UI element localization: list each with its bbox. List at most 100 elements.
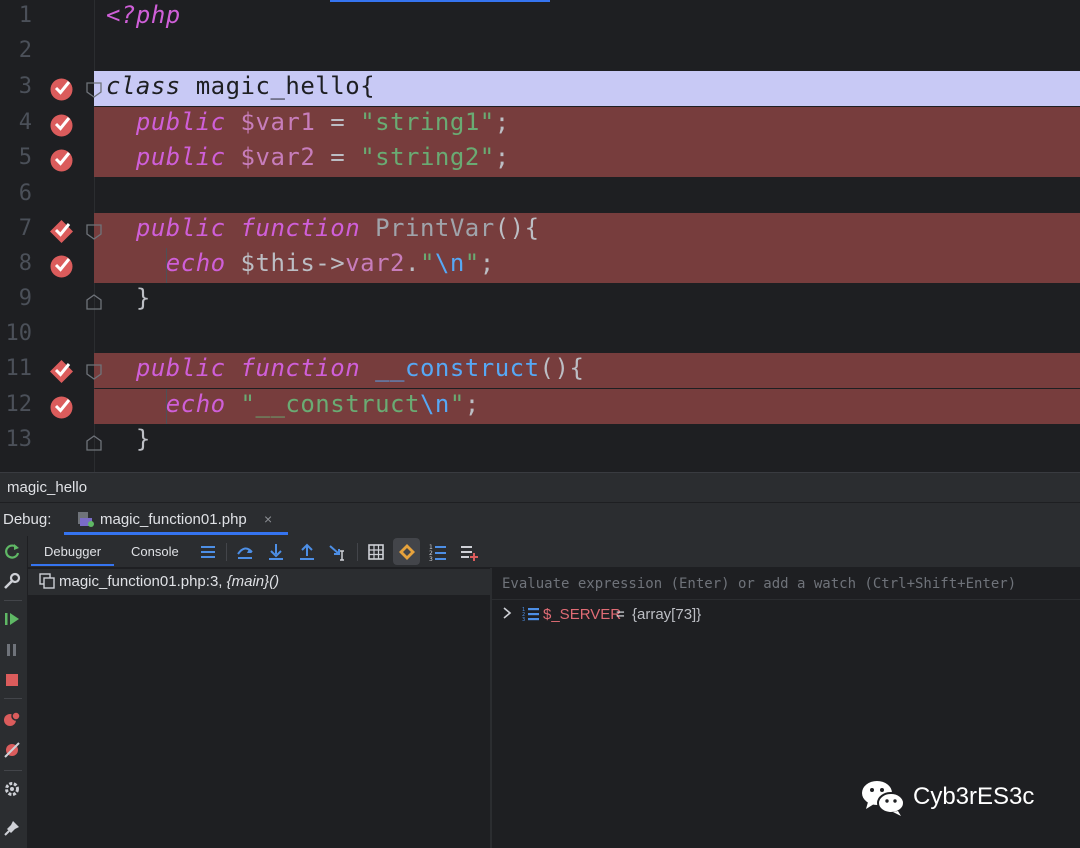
- breadcrumb: magic_hello: [0, 472, 1080, 502]
- method-breakpoint-check-icon[interactable]: [49, 359, 74, 384]
- tab-console[interactable]: Console: [131, 544, 179, 559]
- array-icon: 1 2 3: [522, 607, 539, 623]
- settings-wrench-icon[interactable]: [2, 571, 22, 591]
- breakpoint-check-icon[interactable]: [49, 395, 74, 420]
- mute-breakpoints-icon[interactable]: [2, 740, 22, 760]
- stop-icon[interactable]: [2, 670, 22, 690]
- chevron-right-icon[interactable]: [500, 606, 514, 620]
- watermark-text: Cyb3rES3c: [913, 783, 1035, 810]
- debug-tool-window-header: Debug: magic_function01.php ×: [0, 502, 1080, 536]
- code-line-breakpoint[interactable]: 5 public $var2 = "string2";: [0, 142, 1080, 177]
- gear-icon[interactable]: [2, 779, 22, 799]
- stack-frame-item[interactable]: magic_function01.php:3, {main}(): [28, 569, 490, 595]
- code-line[interactable]: 13 }: [0, 424, 1080, 459]
- code-line[interactable]: 2: [0, 35, 1080, 70]
- stack-frame-icon: [39, 573, 55, 589]
- pin-icon[interactable]: [2, 818, 22, 838]
- variable-row[interactable]: 1 2 3 $_SERVER = {array[73]}: [492, 602, 1080, 628]
- breakpoint-check-icon[interactable]: [49, 113, 74, 138]
- separator: [4, 770, 22, 771]
- breakpoint-check-icon[interactable]: [49, 148, 74, 173]
- code-text: class magic_hello{: [106, 72, 376, 100]
- line-number[interactable]: 10: [0, 321, 33, 346]
- separator: [357, 543, 358, 561]
- svg-text:3: 3: [429, 556, 433, 562]
- debug-label: Debug:: [3, 511, 52, 528]
- variable-equals: =: [616, 606, 625, 623]
- run-to-cursor-icon[interactable]: [328, 542, 348, 562]
- line-number[interactable]: 2: [0, 38, 32, 63]
- variable-name: $_SERVER: [543, 606, 622, 623]
- listen-debug-connections-icon[interactable]: [397, 542, 417, 562]
- code-text: }: [135, 284, 151, 312]
- code-line[interactable]: 10: [0, 318, 1080, 353]
- code-editor[interactable]: 1 <?php 2 3 class magic_hello{ 4 public …: [0, 0, 1080, 472]
- code-text: }: [135, 425, 151, 453]
- code-text: <?php: [106, 1, 181, 29]
- fold-close-icon[interactable]: [86, 435, 102, 451]
- fold-open-icon[interactable]: [86, 82, 102, 98]
- code-line[interactable]: 9 }: [0, 283, 1080, 318]
- line-number[interactable]: 6: [0, 181, 32, 206]
- evaluate-expression-input[interactable]: Evaluate expression (Enter) or add a wat…: [492, 568, 1080, 600]
- rerun-icon[interactable]: [2, 542, 22, 562]
- breakpoint-check-icon[interactable]: [49, 254, 74, 279]
- line-number[interactable]: 11: [0, 356, 33, 381]
- code-line-breakpoint[interactable]: 12 echo "__construct\n";: [0, 389, 1080, 424]
- debug-session-name: magic_function01.php: [100, 511, 247, 528]
- fold-close-icon[interactable]: [86, 294, 102, 310]
- tab-debugger[interactable]: Debugger: [30, 544, 115, 566]
- code-line[interactable]: 6: [0, 178, 1080, 213]
- php-debug-icon: [78, 512, 94, 527]
- close-icon[interactable]: ×: [264, 511, 272, 527]
- code-text: public $var1 = "string1";: [135, 108, 510, 136]
- code-line-breakpoint[interactable]: 11 public function __construct(){: [0, 353, 1080, 388]
- add-watch-icon[interactable]: [459, 542, 479, 562]
- fold-open-icon[interactable]: [86, 364, 102, 380]
- step-out-icon[interactable]: [297, 542, 317, 562]
- line-number[interactable]: 3: [0, 74, 32, 99]
- wechat-logo-icon: [862, 781, 905, 816]
- line-number[interactable]: 4: [0, 110, 32, 135]
- view-breakpoints-icon[interactable]: [2, 709, 22, 729]
- code-line-breakpoint[interactable]: 4 public $var1 = "string1";: [0, 107, 1080, 142]
- line-number[interactable]: 8: [0, 251, 32, 276]
- fold-open-icon[interactable]: [86, 224, 102, 240]
- step-into-icon[interactable]: [266, 542, 286, 562]
- line-number[interactable]: 12: [0, 392, 33, 417]
- code-line-breakpoint[interactable]: 7 public function PrintVar(){: [0, 213, 1080, 248]
- numbered-list-icon[interactable]: 1 2 3: [428, 542, 448, 562]
- line-number[interactable]: 5: [0, 145, 32, 170]
- method-breakpoint-check-icon[interactable]: [49, 219, 74, 244]
- code-text: public $var2 = "string2";: [135, 143, 510, 171]
- line-number[interactable]: 9: [0, 286, 32, 311]
- pause-icon[interactable]: [2, 640, 22, 660]
- evaluate-expression-icon[interactable]: [366, 542, 386, 562]
- svg-text:3: 3: [522, 617, 525, 623]
- line-number[interactable]: 7: [0, 216, 32, 241]
- stack-frame-text: magic_function01.php:3, {main}(): [59, 573, 280, 590]
- code-text: public function __construct(){: [135, 354, 585, 382]
- separator: [4, 600, 22, 601]
- menu-lines-icon[interactable]: [198, 542, 218, 562]
- line-number[interactable]: 1: [0, 3, 32, 28]
- separator: [4, 698, 22, 699]
- line-number[interactable]: 13: [0, 427, 33, 452]
- watermark: Cyb3rES3c: [860, 778, 1070, 818]
- evaluate-placeholder: Evaluate expression (Enter) or add a wat…: [502, 576, 1017, 592]
- debug-actions-strip: [0, 536, 28, 848]
- debugger-toolbar: Debugger Console 1 2 3: [28, 536, 1080, 568]
- step-over-icon[interactable]: [235, 542, 255, 562]
- code-text: public function PrintVar(){: [135, 214, 540, 242]
- code-line-current-execution[interactable]: 3 class magic_hello{: [0, 71, 1080, 106]
- code-line[interactable]: 1 <?php: [0, 0, 1080, 35]
- frames-panel: magic_function01.php:3, {main}(): [28, 568, 490, 848]
- breakpoint-check-icon[interactable]: [49, 77, 74, 102]
- resume-icon[interactable]: [2, 609, 22, 629]
- code-line-breakpoint[interactable]: 8 echo $this->var2."\n";: [0, 248, 1080, 283]
- code-text: echo "__construct\n";: [165, 390, 480, 418]
- breadcrumb-item[interactable]: magic_hello: [7, 479, 87, 496]
- active-tab-underline: [64, 532, 288, 535]
- debug-session-tab[interactable]: magic_function01.php ×: [64, 503, 288, 537]
- code-text: echo $this->var2."\n";: [165, 249, 495, 277]
